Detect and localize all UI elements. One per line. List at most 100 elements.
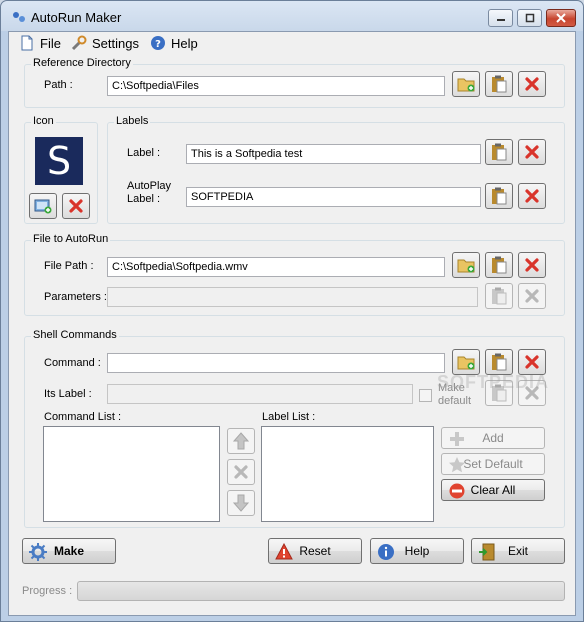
make-default-checkbox[interactable] (419, 389, 432, 402)
parameters-label: Parameters : (44, 291, 107, 303)
parameters-input[interactable] (107, 287, 478, 307)
delete-icon (525, 386, 539, 400)
menu-bar: File Settings ? Help (9, 32, 575, 54)
folder-add-icon (457, 259, 475, 273)
paste-icon (492, 256, 507, 274)
delete-icon (234, 465, 248, 479)
reset-button[interactable]: Reset (268, 538, 362, 564)
client-area: File Settings ? Help Reference Directory… (8, 31, 576, 616)
window-title: AutoRun Maker (31, 10, 122, 25)
clear-all-button[interactable]: Clear All (441, 479, 545, 501)
delete-icon (69, 199, 83, 213)
maximize-button[interactable] (517, 9, 542, 27)
clear-its-label-button[interactable] (518, 380, 546, 406)
clear-file-button[interactable] (518, 252, 546, 278)
choose-icon-button[interactable] (29, 193, 57, 219)
reference-directory-heading: Reference Directory (31, 57, 133, 69)
gear-icon (29, 543, 47, 561)
clear-parameters-button[interactable] (518, 283, 546, 309)
progress-bar (77, 581, 565, 601)
paste-file-button[interactable] (485, 252, 513, 278)
file-to-autorun-heading: File to AutoRun (31, 233, 111, 245)
move-down-button[interactable] (227, 490, 255, 516)
exit-button[interactable]: Exit (471, 538, 565, 564)
delete-icon (525, 355, 539, 369)
progress-label: Progress : (22, 585, 73, 597)
paste-autoplay-button[interactable] (485, 183, 513, 209)
maximize-icon (525, 13, 534, 23)
folder-add-icon (457, 356, 475, 370)
paste-icon (492, 384, 507, 402)
its-label-input[interactable] (107, 384, 413, 404)
app-icon (13, 12, 25, 22)
command-list-label: Command List : (44, 411, 122, 423)
minimize-icon (496, 19, 505, 21)
menu-settings[interactable]: Settings (71, 35, 139, 51)
wrench-icon (71, 35, 87, 51)
help-button[interactable]: Help (370, 538, 464, 564)
paste-parameters-button[interactable] (485, 283, 513, 309)
clear-autoplay-button[interactable] (518, 183, 546, 209)
paste-command-button[interactable] (485, 349, 513, 375)
folder-add-icon (457, 78, 475, 92)
app-window: AutoRun Maker File Settings ? Help Refer… (0, 0, 584, 622)
title-bar[interactable]: AutoRun Maker (1, 1, 583, 31)
autoplay-label-input[interactable]: SOFTPEDIA (186, 187, 481, 207)
close-icon (556, 13, 566, 23)
make-default-label-line2: default (438, 395, 472, 407)
browse-command-button[interactable] (452, 349, 480, 375)
label-input[interactable]: This is a Softpedia test (186, 144, 481, 164)
autoplay-label-line2: Label : (127, 193, 161, 205)
command-list[interactable] (43, 426, 220, 522)
delete-icon (525, 289, 539, 303)
delete-icon (525, 258, 539, 272)
arrow-down-icon (233, 494, 249, 512)
menu-file-label: File (40, 35, 61, 51)
make-button[interactable]: Make (22, 538, 116, 564)
paste-its-label-button[interactable] (485, 380, 513, 406)
star-icon (449, 457, 465, 473)
file-icon (21, 35, 33, 51)
icon-preview-glyph: S (46, 139, 72, 183)
add-button[interactable]: Add (441, 427, 545, 449)
autoplay-label-line1: AutoPlay (127, 180, 172, 192)
clear-label-button[interactable] (518, 139, 546, 165)
move-up-button[interactable] (227, 428, 255, 454)
delete-icon (525, 77, 539, 91)
delete-icon (525, 189, 539, 203)
exit-door-icon (479, 543, 495, 561)
exit-button-label: Exit (507, 544, 528, 558)
file-path-input[interactable]: C:\Softpedia\Softpedia.wmv (107, 257, 445, 277)
plus-icon (450, 432, 464, 446)
menu-help[interactable]: ? Help (150, 35, 198, 51)
browse-path-button[interactable] (452, 71, 480, 97)
command-input[interactable] (107, 353, 445, 373)
paste-icon (492, 353, 507, 371)
paste-icon (492, 187, 507, 205)
labels-heading: Labels (114, 115, 151, 127)
arrow-up-icon (233, 432, 249, 450)
clear-command-button[interactable] (518, 349, 546, 375)
paste-label-button[interactable] (485, 139, 513, 165)
file-path-label: File Path : (44, 260, 94, 272)
path-input[interactable]: C:\Softpedia\Files (107, 76, 445, 96)
path-label: Path : (44, 79, 73, 91)
shell-commands-heading: Shell Commands (31, 329, 119, 341)
delete-icon (525, 145, 539, 159)
minimize-button[interactable] (488, 9, 513, 27)
paste-path-button[interactable] (485, 71, 513, 97)
label-list[interactable] (261, 426, 434, 522)
clear-path-button[interactable] (518, 71, 546, 97)
reset-button-label: Reset (299, 544, 331, 558)
set-default-button[interactable]: Set Default (441, 453, 545, 475)
menu-file[interactable]: File (19, 35, 61, 51)
set-default-button-label: Set Default (463, 457, 523, 471)
svg-text:?: ? (155, 39, 161, 50)
remove-item-button[interactable] (227, 459, 255, 485)
clear-icon-button[interactable] (62, 193, 90, 219)
label-label: Label : (127, 147, 161, 159)
close-window-button[interactable] (546, 9, 576, 27)
paste-icon (492, 287, 507, 305)
icon-preview: S (35, 137, 83, 185)
browse-file-button[interactable] (452, 252, 480, 278)
